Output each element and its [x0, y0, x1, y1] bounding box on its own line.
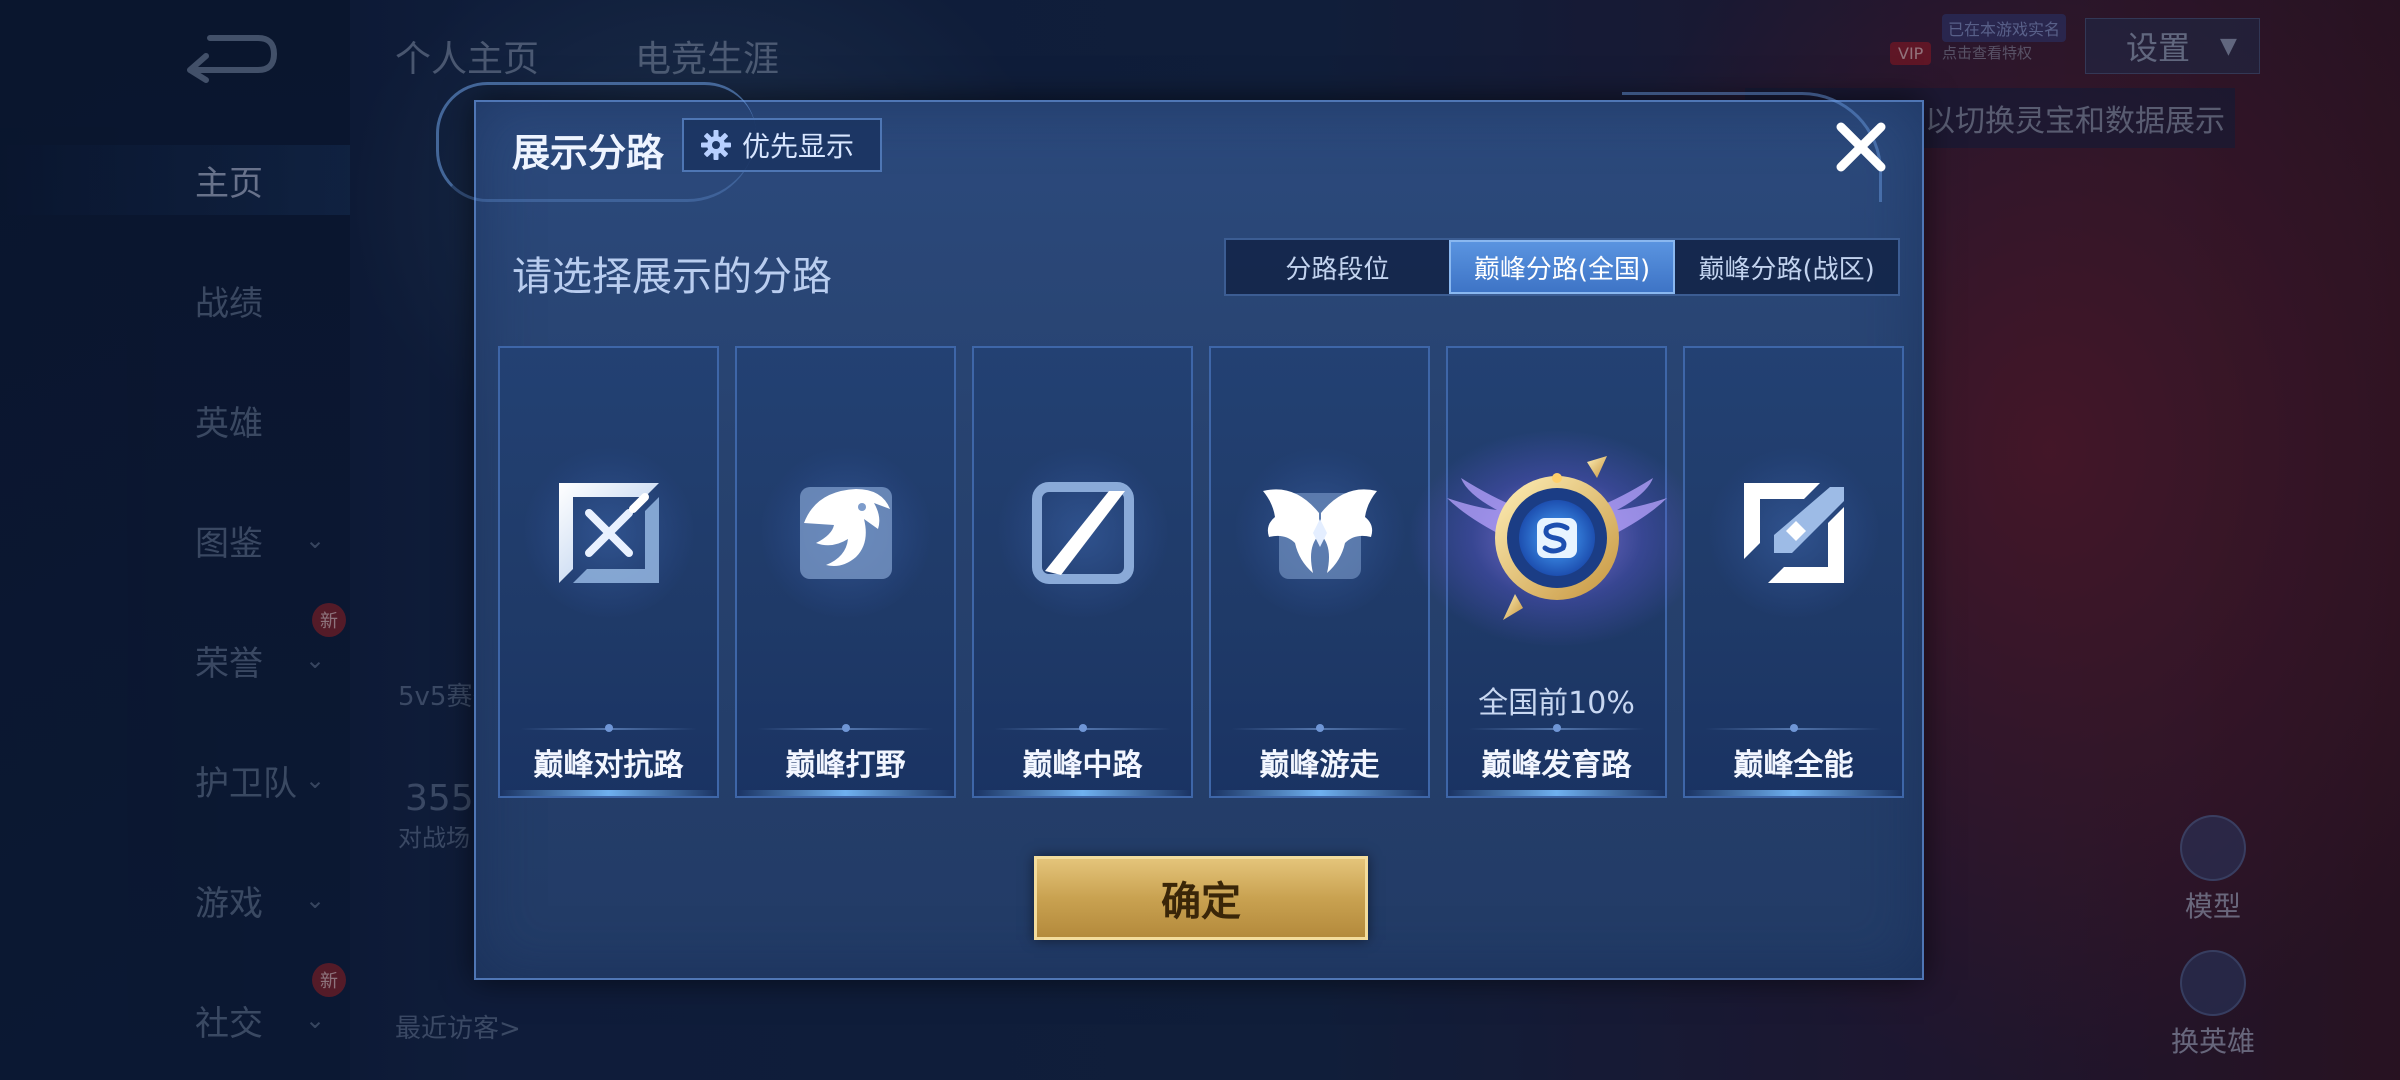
lane-card-jungle[interactable]: 巅峰打野 — [735, 346, 956, 798]
lane-card-roam[interactable]: 巅峰游走 — [1209, 346, 1430, 798]
lane-card-clash[interactable]: 巅峰对抗路 — [498, 346, 719, 798]
close-icon — [1836, 122, 1886, 172]
lane-type-segmented-control: 分路段位 巅峰分路(全国) 巅峰分路(战区) — [1224, 238, 1900, 296]
card-divider — [994, 724, 1171, 732]
lane-display-dialog: 展示分路 优先显示 请选择展示的分路 分路段位 巅峰分路(全国) 巅峰分路(战区… — [436, 82, 1924, 980]
priority-display-button[interactable]: 优先显示 — [682, 118, 882, 172]
roam-wings-icon — [1234, 448, 1405, 618]
segment-peak-national[interactable]: 巅峰分路(全国) — [1448, 240, 1676, 294]
lane-card-allround[interactable]: 巅峰全能 — [1683, 346, 1904, 798]
segment-peak-region[interactable]: 巅峰分路(战区) — [1675, 240, 1898, 294]
mid-lane-icon — [997, 448, 1168, 618]
lane-card-label: 巅峰发育路 — [1481, 748, 1632, 783]
segment-lane-rank[interactable]: 分路段位 — [1226, 240, 1449, 294]
clash-lane-icon — [523, 448, 694, 618]
card-divider — [1231, 724, 1408, 732]
lane-rank-text: 全国前10% — [1478, 686, 1635, 721]
lane-card-list: 巅峰对抗路 巅峰打野 巅峰中路 巅峰游走 全国前10% 巅峰发育路 巅峰全能 — [498, 346, 1904, 798]
jungle-dragon-icon — [760, 448, 931, 618]
confirm-label: 确定 — [1161, 879, 1241, 925]
close-button[interactable] — [1826, 112, 1896, 182]
priority-display-label: 优先显示 — [742, 130, 855, 163]
confirm-button[interactable]: 确定 — [1034, 856, 1368, 940]
all-round-icon — [1708, 448, 1879, 618]
gear-icon — [701, 130, 731, 160]
farm-lane-medal-icon — [1406, 428, 1707, 648]
lane-card-label: 巅峰中路 — [1022, 748, 1143, 783]
dialog-title: 展示分路 — [512, 131, 665, 175]
card-divider — [520, 724, 697, 732]
card-divider — [1705, 724, 1882, 732]
lane-card-farm[interactable]: 全国前10% 巅峰发育路 — [1406, 346, 1707, 798]
lane-card-mid[interactable]: 巅峰中路 — [972, 346, 1193, 798]
lane-card-label: 巅峰游走 — [1259, 748, 1380, 783]
lane-card-label: 巅峰打野 — [785, 748, 906, 783]
card-divider — [1468, 724, 1645, 732]
card-divider — [757, 724, 934, 732]
dialog-subtitle: 请选择展示的分路 — [512, 254, 832, 300]
lane-card-label: 巅峰全能 — [1733, 748, 1854, 783]
lane-card-label: 巅峰对抗路 — [533, 748, 684, 783]
